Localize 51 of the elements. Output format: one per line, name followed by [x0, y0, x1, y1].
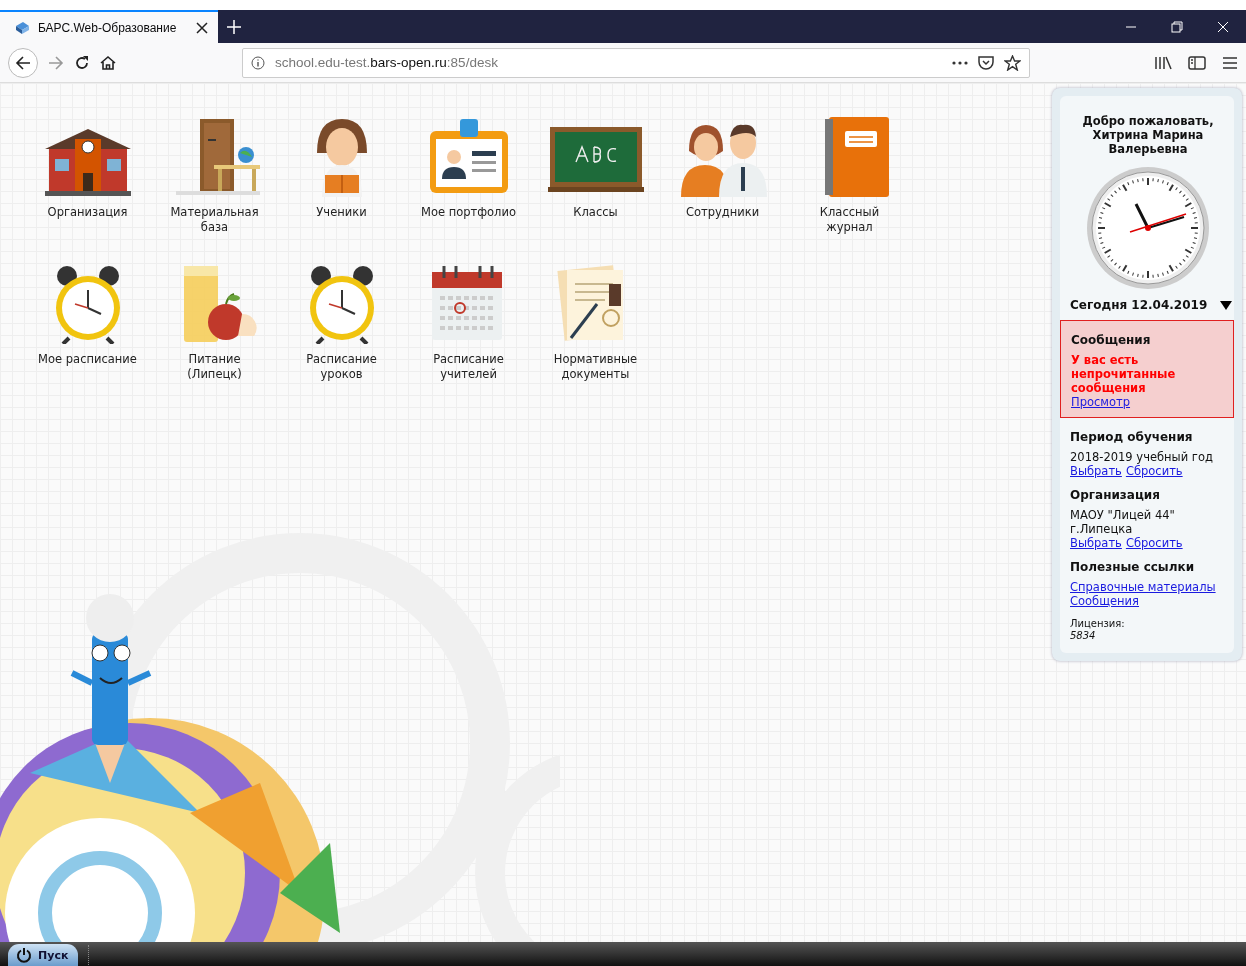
- dropdown-caret-icon[interactable]: [1220, 300, 1232, 310]
- analog-clock-icon: [1086, 166, 1210, 290]
- close-icon[interactable]: [196, 21, 208, 34]
- pocket-icon[interactable]: [978, 54, 994, 71]
- messages-title: Сообщения: [1071, 333, 1151, 347]
- section-link[interactable]: Сбросить: [1125, 464, 1183, 478]
- back-arrow-icon: [15, 54, 31, 71]
- desktop-icon-label[interactable]: Расписание уроков: [291, 352, 392, 382]
- desktop-icon-label[interactable]: Сотрудники: [685, 205, 760, 220]
- desktop-icon-label[interactable]: Организация: [47, 205, 128, 220]
- desktop-icon-label[interactable]: Мое портфолио: [421, 205, 516, 220]
- menu-icon[interactable]: [1222, 55, 1238, 70]
- address-bar[interactable]: school.edu-test.bars-open.ru:85/desk: [242, 47, 1030, 78]
- forward-arrow-icon[interactable]: [48, 54, 64, 71]
- section-title: Полезные ссылки: [1070, 560, 1195, 574]
- desktop-icon-label[interactable]: Мое расписание: [38, 352, 137, 367]
- unread-messages-text: У вас есть непрочитанные сообщения: [1071, 353, 1177, 395]
- section-link[interactable]: Выбрать: [1070, 536, 1122, 550]
- greeting-text: Добро пожаловать, Хитрина Марина Валерьевна: [1081, 114, 1215, 156]
- desktop-icon-label[interactable]: Материальная база: [164, 205, 265, 235]
- more-icon[interactable]: [952, 60, 968, 65]
- library-icon[interactable]: [1154, 54, 1172, 71]
- start-button[interactable]: Пуск: [8, 944, 79, 966]
- section-link[interactable]: Сообщения: [1070, 594, 1216, 608]
- license-number: 5834: [1070, 630, 1097, 641]
- desktop-icon-label[interactable]: Ученики: [316, 205, 367, 220]
- section-link[interactable]: Выбрать: [1070, 464, 1122, 478]
- section-link[interactable]: Сбросить: [1125, 536, 1183, 550]
- section-title: Организация: [1070, 488, 1160, 502]
- info-icon: [251, 55, 265, 70]
- plus-icon[interactable]: [227, 19, 241, 34]
- desktop-icon-label[interactable]: Расписание учителей: [418, 352, 519, 382]
- section-text: 2018-2019 учебный год: [1070, 450, 1213, 464]
- date-text: Сегодня 12.04.2019: [1070, 298, 1208, 312]
- section-link[interactable]: Справочные материалы: [1070, 580, 1216, 594]
- desktop-icon-label[interactable]: Нормативные документы: [545, 352, 646, 382]
- restore-icon[interactable]: [1171, 20, 1183, 33]
- desktop-icon-label[interactable]: Классный журнал: [799, 205, 900, 235]
- desktop-icon-label[interactable]: Классы: [573, 205, 618, 220]
- power-icon: [16, 947, 32, 963]
- sidebar-icon[interactable]: [1188, 54, 1206, 71]
- view-link[interactable]: Просмотр: [1071, 395, 1131, 409]
- home-icon[interactable]: [100, 54, 116, 71]
- star-icon[interactable]: [1004, 54, 1021, 71]
- license-label: Лицензия:: [1070, 618, 1126, 630]
- section-title: Период обучения: [1070, 430, 1193, 444]
- desktop-icon-label[interactable]: Питание (Липецк): [164, 352, 265, 382]
- reload-icon[interactable]: [74, 54, 90, 71]
- book-icon: [14, 19, 30, 36]
- back-button[interactable]: [8, 47, 38, 78]
- section-text: МАОУ "Лицей 44" г.Липецка: [1070, 508, 1176, 536]
